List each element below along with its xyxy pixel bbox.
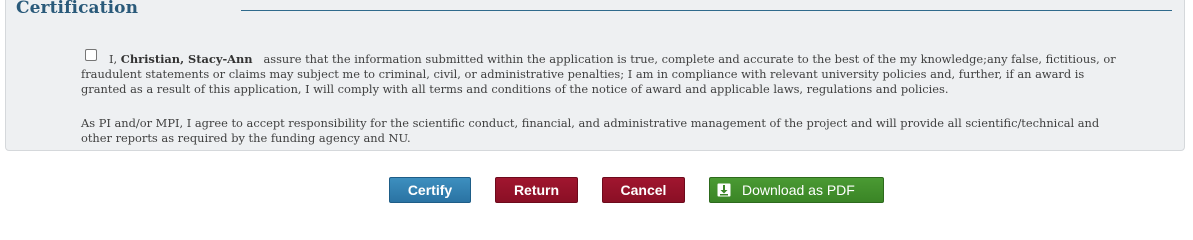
download-pdf-label: Download as PDF bbox=[742, 182, 855, 198]
cancel-button[interactable]: Cancel bbox=[602, 177, 685, 203]
pi-name: Christian, Stacy-Ann bbox=[120, 52, 253, 66]
certify-button[interactable]: Certify bbox=[389, 177, 471, 203]
certification-page: Certification I, Christian, Stacy-Ann as… bbox=[0, 0, 1193, 221]
statement-prefix: I, bbox=[109, 52, 118, 66]
download-icon bbox=[717, 183, 731, 197]
responsibility-statement: As PI and/or MPI, I agree to accept resp… bbox=[81, 116, 1100, 145]
title-divider bbox=[241, 10, 1172, 11]
certification-statement: I, Christian, Stacy-Ann assure that the … bbox=[81, 52, 1121, 97]
download-pdf-button[interactable]: Download as PDF bbox=[709, 177, 884, 203]
return-button[interactable]: Return bbox=[495, 177, 578, 203]
action-bar: Certify Return Cancel Download as PDF bbox=[0, 177, 1193, 203]
section-title: Certification bbox=[16, 0, 139, 18]
